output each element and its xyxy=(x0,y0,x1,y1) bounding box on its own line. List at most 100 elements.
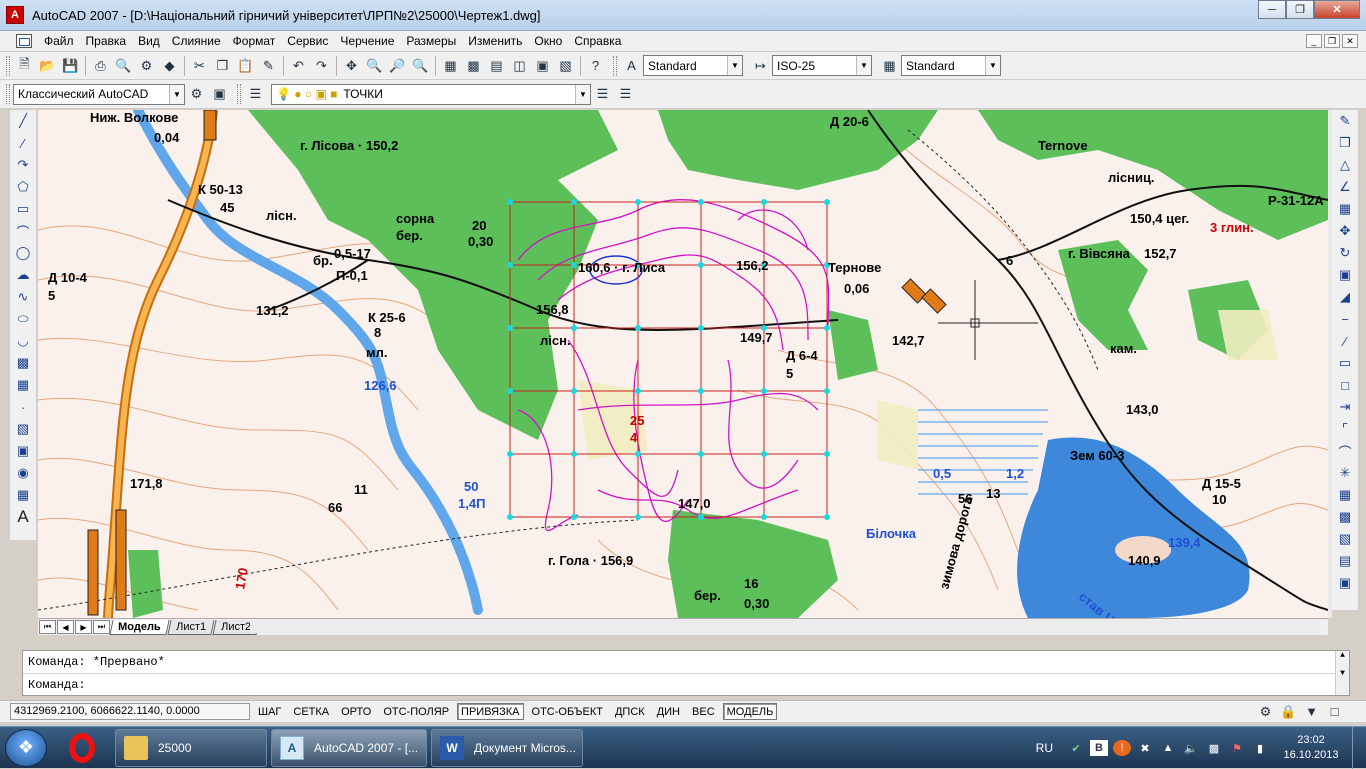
table-icon[interactable]: ▦ xyxy=(12,484,34,506)
mirror-icon[interactable]: △ xyxy=(1334,154,1356,176)
layer-previous-icon[interactable]: ☰ xyxy=(614,83,637,106)
tool-palettes-icon[interactable]: ▤ xyxy=(485,54,508,77)
match-properties-icon[interactable]: ✎ xyxy=(257,54,280,77)
markup-icon[interactable]: ▣ xyxy=(531,54,554,77)
chevron-down-icon[interactable]: ▼ xyxy=(856,56,871,75)
table-style-select[interactable]: Standard ▼ xyxy=(901,55,1001,76)
grid-point[interactable] xyxy=(635,325,641,331)
grid-point[interactable] xyxy=(571,262,577,268)
toolbar-grip[interactable] xyxy=(237,84,241,104)
grid-point[interactable] xyxy=(635,199,641,205)
menu-edit[interactable]: Правка xyxy=(80,31,133,52)
grid-point[interactable] xyxy=(761,388,767,394)
grid-point[interactable] xyxy=(635,451,641,457)
spline-icon[interactable]: ∿ xyxy=(12,286,34,308)
point-icon[interactable]: · xyxy=(12,396,34,418)
alert-icon[interactable]: ! xyxy=(1113,740,1131,756)
ellipse-arc-icon[interactable]: ◡ xyxy=(12,330,34,352)
gradient-icon[interactable]: ▣ xyxy=(12,440,34,462)
menu-file[interactable]: Файл xyxy=(38,31,80,52)
multiline-text-icon[interactable]: A xyxy=(12,506,34,528)
dyn-toggle[interactable]: ДИН xyxy=(653,703,684,720)
rotate-icon[interactable]: ↻ xyxy=(1334,242,1356,264)
grid-point[interactable] xyxy=(698,514,704,520)
grid-point[interactable] xyxy=(507,388,513,394)
print-preview-icon[interactable]: 🔍 xyxy=(112,54,135,77)
copy-icon[interactable]: ❐ xyxy=(211,54,234,77)
grid-point[interactable] xyxy=(571,451,577,457)
menu-view[interactable]: Вид xyxy=(132,31,166,52)
grid-point[interactable] xyxy=(824,388,830,394)
grid-point[interactable] xyxy=(507,451,513,457)
ortho-toggle[interactable]: ОРТО xyxy=(337,703,375,720)
grid-point[interactable] xyxy=(698,451,704,457)
menu-draw[interactable]: Черчение xyxy=(334,31,400,52)
revision-cloud-icon[interactable]: ☁ xyxy=(12,264,34,286)
pan-icon[interactable]: ✥ xyxy=(340,54,363,77)
sheet-set-icon[interactable]: ◫ xyxy=(508,54,531,77)
polyline-icon[interactable]: ↷ xyxy=(12,154,34,176)
show-desktop-button[interactable] xyxy=(1352,727,1366,769)
tab-model[interactable]: Модель xyxy=(109,619,170,635)
clock[interactable]: 23:02 16.10.2013 xyxy=(1274,733,1348,763)
language-indicator[interactable]: RU xyxy=(1036,741,1053,755)
copy-object-icon[interactable]: ❐ xyxy=(1334,132,1356,154)
make-block-icon[interactable]: ▦ xyxy=(12,374,34,396)
offset-icon[interactable]: ∠ xyxy=(1334,176,1356,198)
trim-icon[interactable]: − xyxy=(1334,308,1356,330)
extend-icon[interactable]: ∕ xyxy=(1334,330,1356,352)
publish-icon[interactable]: ⚙ xyxy=(135,54,158,77)
grid-toggle[interactable]: СЕТКА xyxy=(289,703,333,720)
grid-point[interactable] xyxy=(824,514,830,520)
erase-icon[interactable]: ✎ xyxy=(1334,110,1356,132)
under-objects-icon[interactable]: ▣ xyxy=(1334,572,1356,594)
chevron-down-icon[interactable]: ▼ xyxy=(985,56,1000,75)
scale-icon[interactable]: ▣ xyxy=(1334,264,1356,286)
make-layer-current-icon[interactable]: ☰ xyxy=(591,83,614,106)
first-tab-icon[interactable]: ⏮ xyxy=(39,620,56,634)
close-button[interactable]: ✕ xyxy=(1314,0,1360,19)
cut-icon[interactable]: ✂ xyxy=(188,54,211,77)
help-icon[interactable]: ? xyxy=(584,54,607,77)
autocad-app-icon[interactable]: A xyxy=(6,6,24,24)
status-menu-icon[interactable]: ▼ xyxy=(1300,700,1323,723)
vk-icon[interactable]: B xyxy=(1090,740,1108,756)
minimize-button[interactable]: ─ xyxy=(1258,0,1286,19)
layer-select[interactable]: 💡 ● ○ ▣ ■ ТОЧКИ ▼ xyxy=(271,83,591,105)
restore-button[interactable]: ❐ xyxy=(1286,0,1314,19)
zoom-window-icon[interactable]: 🔎 xyxy=(386,54,409,77)
toolbar-grip[interactable] xyxy=(6,55,10,76)
new-icon[interactable]: 🗎 xyxy=(13,54,36,77)
print-icon[interactable]: ⎙ xyxy=(89,54,112,77)
prev-tab-icon[interactable]: ◀ xyxy=(57,620,74,634)
break-icon[interactable]: □ xyxy=(1334,374,1356,396)
grid-point[interactable] xyxy=(761,451,767,457)
doc-restore-button[interactable]: ❐ xyxy=(1324,34,1340,48)
menu-help[interactable]: Справка xyxy=(568,31,627,52)
task-word[interactable]: W Документ Micros... xyxy=(431,728,583,767)
lineweight-toggle[interactable]: ВЕС xyxy=(688,703,719,720)
clean-screen-icon[interactable]: □ xyxy=(1323,700,1346,723)
start-button[interactable]: ❖ xyxy=(5,728,47,767)
break-at-point-icon[interactable]: ▭ xyxy=(1334,352,1356,374)
my-workspace-icon[interactable]: ▣ xyxy=(208,83,231,106)
doc-close-button[interactable]: ✕ xyxy=(1342,34,1358,48)
zoom-previous-icon[interactable]: 🔍 xyxy=(409,54,432,77)
workspace-select[interactable]: Классический AutoCAD ▼ xyxy=(13,83,185,105)
fillet-icon[interactable]: ⌒ xyxy=(1334,440,1356,462)
grid-point[interactable] xyxy=(571,514,577,520)
grid-point[interactable] xyxy=(635,514,641,520)
arrow-icon[interactable]: ▲ xyxy=(1159,740,1177,756)
menu-dimension[interactable]: Размеры xyxy=(400,31,462,52)
grid-point[interactable] xyxy=(824,199,830,205)
move-icon[interactable]: ✥ xyxy=(1334,220,1356,242)
toolbar-grip[interactable] xyxy=(6,84,10,104)
task-folder-25000[interactable]: 25000 xyxy=(115,728,267,767)
grid-point[interactable] xyxy=(571,388,577,394)
calculator-icon[interactable]: ▧ xyxy=(554,54,577,77)
volume-icon[interactable]: 🔈 xyxy=(1182,740,1200,756)
join-icon[interactable]: ⇥ xyxy=(1334,396,1356,418)
explode-icon[interactable]: ✳ xyxy=(1334,462,1356,484)
osnap-toggle[interactable]: ПРИВЯЗКА xyxy=(457,703,524,720)
grid-point[interactable] xyxy=(698,388,704,394)
